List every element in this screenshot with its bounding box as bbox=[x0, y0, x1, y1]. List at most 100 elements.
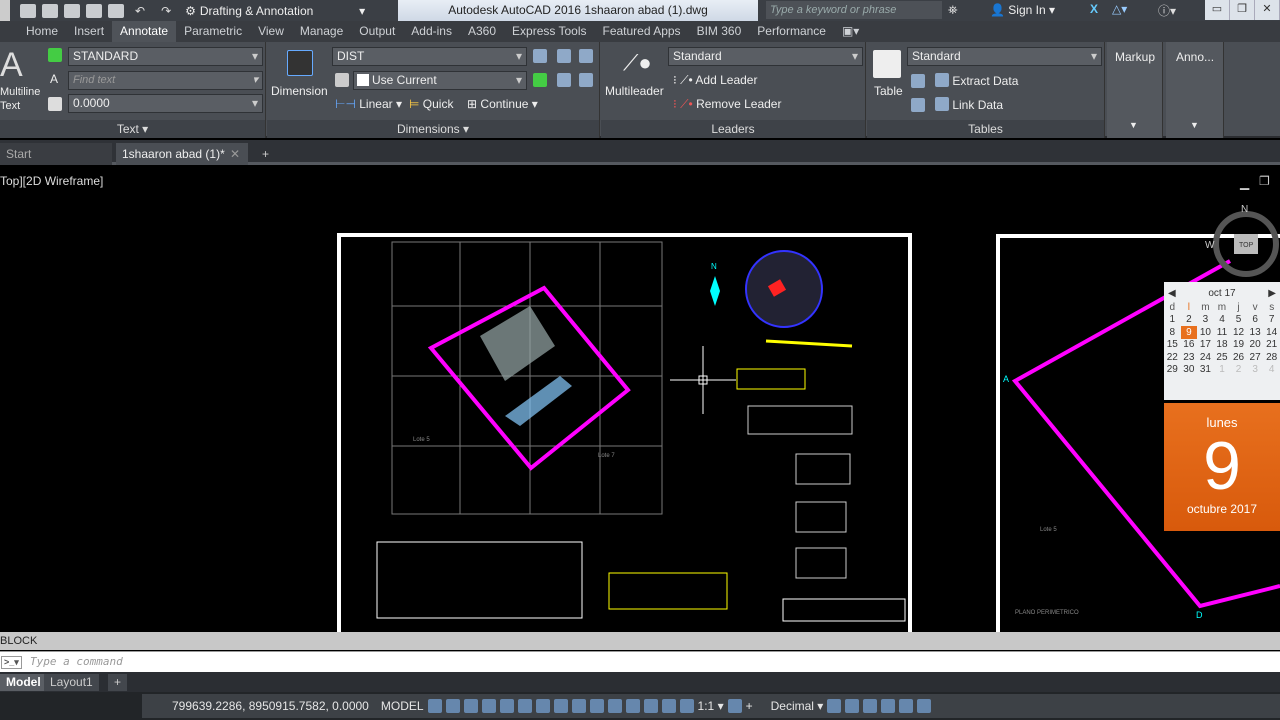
search-input[interactable]: Type a keyword or phrase bbox=[766, 1, 942, 19]
lock-ui-icon[interactable] bbox=[845, 699, 860, 713]
command-line[interactable]: >_▾ Type a command bbox=[0, 651, 1280, 672]
calendar-day[interactable]: 31 bbox=[1197, 364, 1214, 377]
tab-view[interactable]: View bbox=[250, 21, 292, 42]
anno-panel[interactable]: Anno... ▼ bbox=[1166, 42, 1224, 138]
leaders-panel-title[interactable]: Leaders bbox=[601, 120, 865, 138]
dim-override-icon[interactable] bbox=[579, 73, 593, 87]
calendar-day[interactable]: 1 bbox=[1214, 364, 1231, 377]
sign-in-button[interactable]: 👤 Sign In ▾ bbox=[990, 3, 1055, 17]
add-leader-button[interactable]: ⁝ ⟋• Add Leader bbox=[673, 73, 757, 88]
dimension-icon[interactable] bbox=[287, 50, 313, 76]
tab-parametric[interactable]: Parametric bbox=[176, 21, 250, 42]
model-space-button[interactable]: MODEL bbox=[381, 699, 424, 713]
print-icon[interactable] bbox=[108, 3, 124, 18]
dynamic-input-icon[interactable] bbox=[481, 699, 496, 713]
calendar-day[interactable]: 2 bbox=[1230, 364, 1247, 377]
selection-cycling-icon[interactable] bbox=[625, 699, 640, 713]
calendar-day[interactable]: 13 bbox=[1247, 326, 1264, 339]
infer-icon[interactable] bbox=[463, 699, 478, 713]
new-tab-button[interactable]: + bbox=[256, 143, 269, 165]
dim-update-icon[interactable] bbox=[533, 73, 547, 87]
app-menu-button[interactable] bbox=[0, 0, 10, 21]
multiline-text-icon[interactable]: A bbox=[0, 46, 23, 85]
grid-icon[interactable] bbox=[427, 699, 442, 713]
tab-insert[interactable]: Insert bbox=[66, 21, 112, 42]
calendar-day[interactable]: 14 bbox=[1263, 326, 1280, 339]
dim-jog-icon[interactable] bbox=[579, 49, 593, 63]
calendar-day[interactable]: 2 bbox=[1181, 314, 1198, 327]
next-month-button[interactable]: ▶ bbox=[1268, 288, 1276, 299]
calendar-day[interactable]: 9 bbox=[1180, 326, 1198, 339]
continue-dimension-button[interactable]: ⊞ Continue ▾ bbox=[467, 97, 538, 111]
workspace-switcher[interactable]: ⚙ Drafting & Annotation ▾ bbox=[185, 4, 365, 18]
calendar-day[interactable]: 17 bbox=[1197, 339, 1214, 352]
calendar-day[interactable]: 30 bbox=[1181, 364, 1198, 377]
lineweight-icon[interactable] bbox=[589, 699, 604, 713]
calendar-day[interactable]: 12 bbox=[1230, 326, 1247, 339]
tab-layout1[interactable]: Layout1 bbox=[44, 674, 99, 691]
linear-button[interactable]: ⊢⊣ Linear ▾ bbox=[335, 97, 402, 111]
calendar-day[interactable]: 6 bbox=[1247, 314, 1264, 327]
calendar-day[interactable]: 4 bbox=[1263, 364, 1280, 377]
calendar-day[interactable]: 26 bbox=[1230, 351, 1247, 364]
new-icon[interactable] bbox=[20, 3, 36, 18]
calendar-day[interactable]: 24 bbox=[1197, 351, 1214, 364]
tab-manage[interactable]: Manage bbox=[292, 21, 351, 42]
calendar-day[interactable]: 8 bbox=[1164, 326, 1181, 339]
viewcube[interactable]: TOP N W bbox=[1205, 204, 1279, 277]
link-data-button[interactable]: Link Data bbox=[935, 97, 1003, 112]
calendar-day[interactable]: 27 bbox=[1247, 351, 1264, 364]
drawing-canvas[interactable]: Lote 5 Lote 7 N A D Lote 5 PLANO PERIMET… bbox=[0, 186, 1280, 632]
dim-reassociate-icon[interactable] bbox=[557, 73, 571, 87]
command-input[interactable]: Type a command bbox=[30, 655, 123, 668]
table-icon[interactable] bbox=[873, 50, 901, 78]
new-layout-button[interactable]: + bbox=[108, 674, 128, 691]
table-button[interactable]: Table bbox=[874, 84, 903, 98]
close-button[interactable]: ✕ bbox=[1255, 0, 1280, 20]
calendar-day[interactable]: 16 bbox=[1181, 339, 1198, 352]
tab-add-ins[interactable]: Add-ins bbox=[403, 21, 460, 42]
undo-icon[interactable]: ↶ bbox=[135, 4, 145, 18]
workspace-gear-icon[interactable] bbox=[727, 699, 742, 713]
annotation-scale-select[interactable]: 1:1 ▾ bbox=[698, 699, 724, 713]
close-tab-icon[interactable]: ✕ bbox=[230, 143, 240, 165]
calendar-day[interactable]: 18 bbox=[1214, 339, 1231, 352]
coordinates-readout[interactable]: 799639.2286, 8950915.7582, 0.0000 bbox=[172, 699, 369, 713]
calendar-day[interactable]: 20 bbox=[1247, 339, 1264, 352]
tab-bim-360[interactable]: BIM 360 bbox=[689, 21, 750, 42]
leader-style-select[interactable]: Standard bbox=[668, 47, 863, 66]
markup-panel[interactable]: Markup ▼ bbox=[1107, 42, 1163, 138]
open-icon[interactable] bbox=[42, 3, 58, 18]
remove-leader-button[interactable]: ⁝ ⟋• Remove Leader bbox=[673, 97, 781, 112]
table-style-select[interactable]: Standard bbox=[907, 47, 1102, 66]
redo-icon[interactable]: ↷ bbox=[161, 4, 171, 18]
save-as-icon[interactable] bbox=[86, 3, 102, 18]
ortho-icon[interactable] bbox=[499, 699, 514, 713]
multileader-icon[interactable]: ⟋● bbox=[623, 50, 652, 76]
a360-icon[interactable]: △▾ bbox=[1112, 2, 1127, 16]
isolate-objects-icon[interactable] bbox=[863, 699, 878, 713]
tab-drawing[interactable]: 1shaaron abad (1)* ✕ bbox=[116, 143, 248, 165]
extract-data-button[interactable]: Extract Data bbox=[935, 73, 1018, 88]
tab-performance[interactable]: Performance bbox=[749, 21, 834, 42]
calendar-day[interactable]: 22 bbox=[1164, 351, 1181, 364]
3d-osnap-icon[interactable] bbox=[643, 699, 658, 713]
units-select[interactable]: Decimal ▾ bbox=[771, 699, 824, 713]
snap-icon[interactable] bbox=[445, 699, 460, 713]
calendar-day[interactable]: 28 bbox=[1263, 351, 1280, 364]
tables-panel-title[interactable]: Tables bbox=[867, 120, 1104, 138]
calendar-day[interactable]: 1 bbox=[1164, 314, 1181, 327]
transparency-icon[interactable] bbox=[607, 699, 622, 713]
calendar-day[interactable]: 29 bbox=[1164, 364, 1181, 377]
panel-toggle-icon[interactable]: ▣▾ bbox=[834, 21, 867, 42]
tab-a360[interactable]: A360 bbox=[460, 21, 504, 42]
calendar-day[interactable]: 11 bbox=[1214, 326, 1231, 339]
polar-icon[interactable] bbox=[517, 699, 532, 713]
hardware-acceleration-icon[interactable] bbox=[881, 699, 896, 713]
calendar-day[interactable]: 7 bbox=[1263, 314, 1280, 327]
find-text-input[interactable]: Find text bbox=[68, 71, 263, 90]
tab-express-tools[interactable]: Express Tools bbox=[504, 21, 594, 42]
annotation-visibility-icon[interactable] bbox=[661, 699, 676, 713]
prev-month-button[interactable]: ◀ bbox=[1168, 288, 1176, 299]
tab-home[interactable]: Home bbox=[18, 21, 66, 42]
